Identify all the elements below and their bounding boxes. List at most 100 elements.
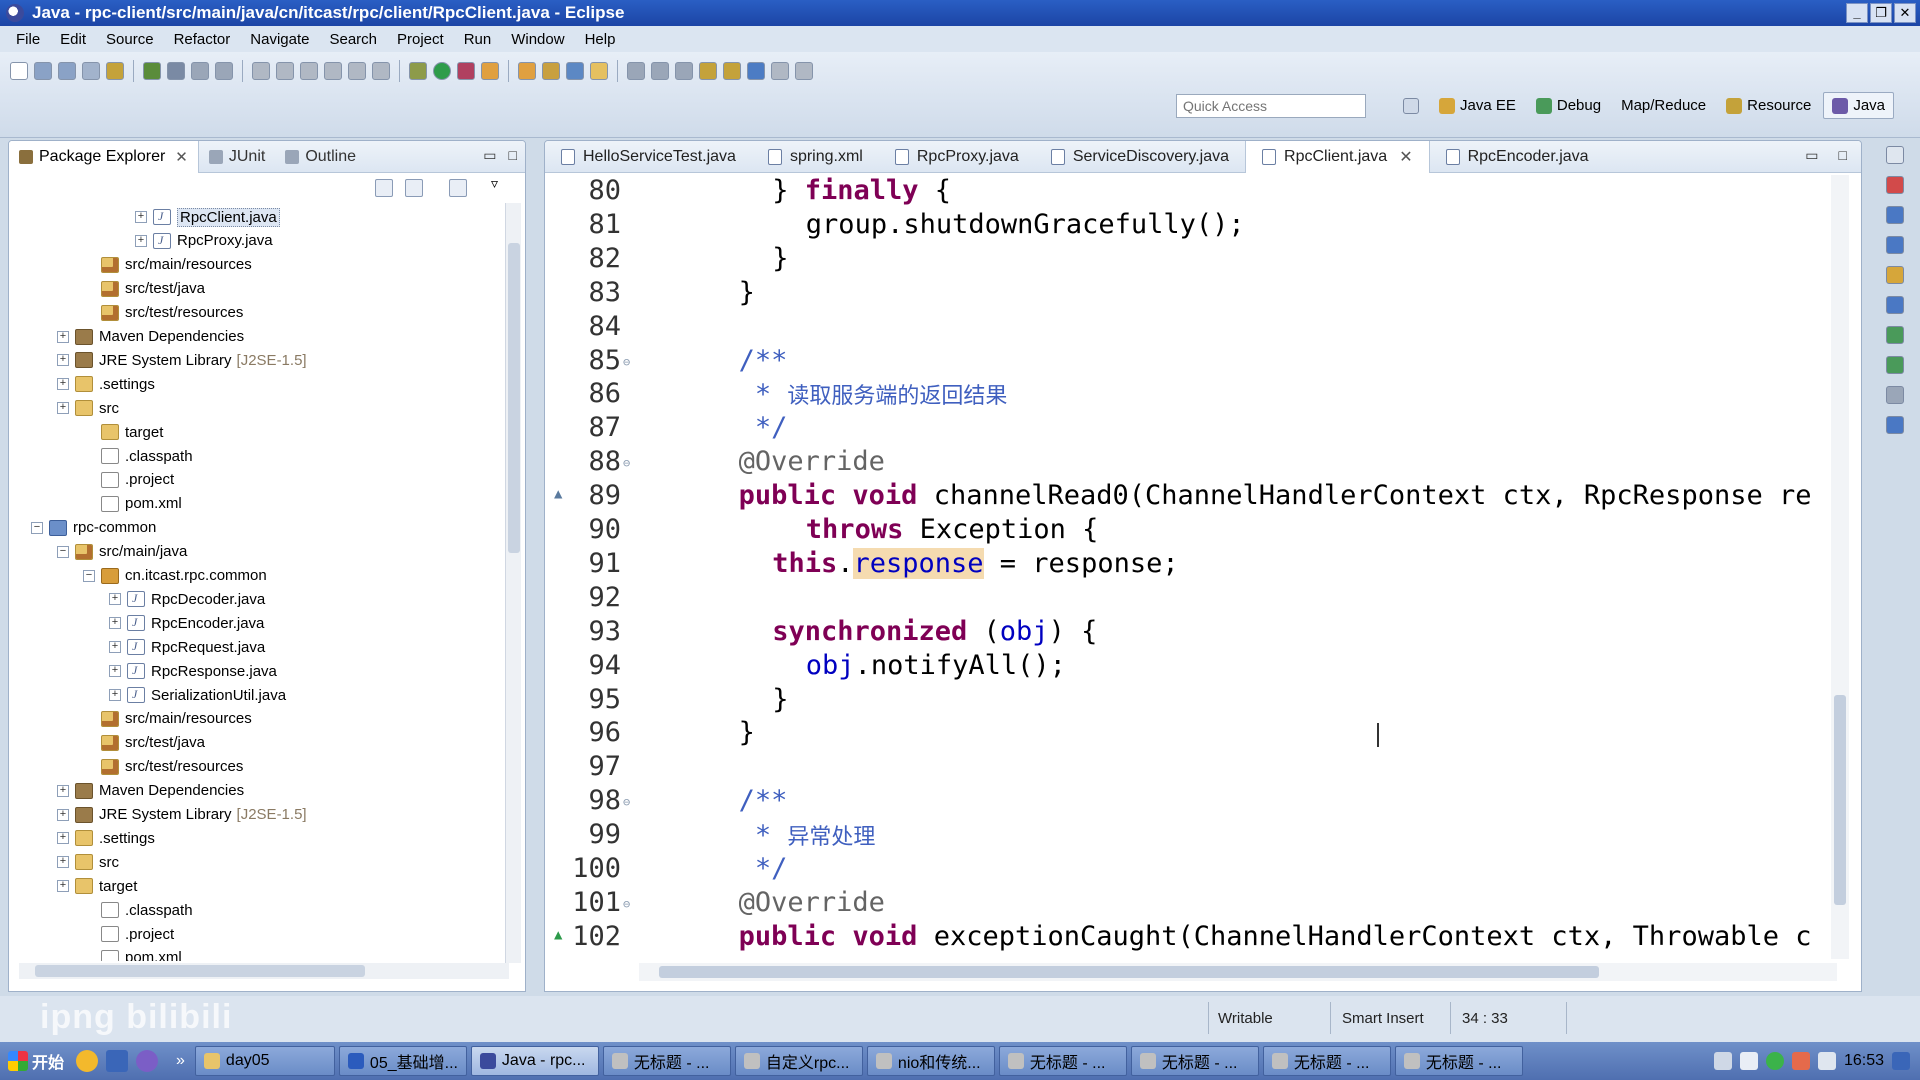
print-icon[interactable] [82,62,100,80]
toggle-block-icon[interactable] [215,62,233,80]
show-desktop-icon[interactable] [106,1050,129,1072]
code-area[interactable]: 80} finally {81 group.shutdownGracefully(… [545,175,1835,957]
nav-2-icon[interactable] [723,62,741,80]
tree-item[interactable]: .classpath [83,898,193,922]
new-icon[interactable] [10,62,28,80]
tray-security-icon[interactable] [1791,1052,1810,1070]
side-view-icon[interactable] [1886,176,1904,194]
menu-navigate[interactable]: Navigate [240,31,319,48]
expand-toggle-icon[interactable]: + [57,354,69,367]
tree-item[interactable]: src/test/resources [83,755,243,779]
menu-search[interactable]: Search [319,31,387,48]
taskbar-task[interactable]: 自定义rpc... [734,1046,863,1076]
side-view-icon[interactable] [1886,146,1904,164]
tree-item[interactable]: + Maven Dependencies [57,779,244,803]
back-icon[interactable] [651,62,669,80]
open-task-icon[interactable] [518,62,536,80]
tree-item[interactable]: .project [83,922,174,946]
tab-package-explorer[interactable]: Package Explorer ✕ [9,141,199,173]
expand-toggle-icon[interactable]: + [109,689,121,701]
terminate-icon[interactable] [372,62,390,80]
tree-item[interactable]: + JRE System Library [J2SE-1.5] [57,803,307,827]
fold-toggle-icon[interactable]: ⊖ [623,355,630,369]
expand-toggle-icon[interactable]: + [109,617,121,630]
quick-access-input[interactable] [1176,94,1366,118]
taskbar-task[interactable]: day05 [194,1046,335,1076]
expand-toggle-icon[interactable]: + [135,234,147,247]
debug-icon[interactable] [409,62,427,80]
tree-item[interactable]: + src [57,396,119,420]
code-vertical-scrollbar[interactable] [1831,175,1849,959]
fold-toggle-icon[interactable]: ⊖ [623,897,630,911]
editor-tab-helloservicetest-java[interactable]: HelloServiceTest.java [545,141,752,173]
tree-horizontal-scrollbar[interactable] [19,963,509,979]
expand-toggle-icon[interactable]: + [135,211,147,223]
tree-item[interactable]: .project [83,468,174,492]
tree-item[interactable]: src/test/java [83,731,205,755]
expand-toggle-icon[interactable]: − [31,521,43,534]
perspective-java-ee[interactable]: Java EE [1431,93,1524,118]
menu-source[interactable]: Source [96,31,164,48]
menu-file[interactable]: File [6,31,50,48]
last-edit-icon[interactable] [627,62,645,80]
side-view-icon[interactable] [1886,296,1904,314]
toggle-mark-icon[interactable] [191,62,209,80]
tree-item[interactable]: src/test/resources [83,301,243,325]
restore-button[interactable]: ❐ [1870,3,1892,23]
tree-item[interactable]: + src [57,850,119,874]
expand-toggle-icon[interactable]: + [109,593,121,606]
menu-run[interactable]: Run [454,31,502,48]
taskbar-task[interactable]: 无标题 - ... [1394,1046,1523,1076]
tree-item[interactable]: target [83,420,163,444]
tree-item[interactable]: pom.xml [83,946,182,961]
side-view-icon[interactable] [1886,416,1904,434]
expand-toggle-icon[interactable]: + [57,378,69,391]
expand-toggle-icon[interactable]: + [57,402,69,415]
tree-item[interactable]: + RpcResponse.java [109,659,277,683]
open-resource-icon[interactable] [542,62,560,80]
editor-tab-servicediscovery-java[interactable]: ServiceDiscovery.java [1035,141,1245,173]
expand-toggle-icon[interactable]: + [57,832,69,845]
search-icon[interactable] [167,62,185,80]
side-view-icon[interactable] [1886,206,1904,224]
start-button[interactable]: 开始 [0,1045,72,1077]
expand-toggle-icon[interactable]: + [57,784,69,797]
quicklaunch-icon[interactable] [76,1050,99,1072]
save-all-icon[interactable] [58,62,76,80]
taskbar-task[interactable]: Java - rpc... [470,1046,599,1076]
tree-item[interactable]: − src/main/java [57,540,187,564]
taskbar-task[interactable]: nio和传统... [866,1046,995,1076]
code-horizontal-scrollbar[interactable] [639,963,1837,981]
tree-item[interactable]: + RpcClient.java [135,205,280,229]
annotation-icon[interactable] [590,62,608,80]
taskbar-task[interactable]: 无标题 - ... [602,1046,731,1076]
side-view-icon[interactable] [1886,356,1904,374]
perspective-java[interactable]: Java [1823,92,1895,119]
taskbar-task[interactable]: 无标题 - ... [1130,1046,1259,1076]
side-view-icon[interactable] [1886,266,1904,284]
save-icon[interactable] [34,62,52,80]
taskbar-task[interactable]: 无标题 - ... [998,1046,1127,1076]
maximize-view-icon[interactable]: □ [509,147,517,164]
open-type-icon[interactable] [106,62,124,80]
minimize-editor-icon[interactable]: ▭ [1805,147,1818,164]
link-with-editor-icon[interactable] [405,179,423,197]
perspective-resource[interactable]: Resource [1718,93,1819,118]
view-menu-icon[interactable]: ▿ [491,175,498,192]
filter-icon[interactable] [449,179,467,197]
redo-2-icon[interactable] [300,62,318,80]
tree-item[interactable]: − cn.itcast.rpc.common [83,564,267,588]
tree-item[interactable]: src/main/resources [83,707,252,731]
tree-item[interactable]: pom.xml [83,492,182,516]
external-tools-icon[interactable] [481,62,499,80]
side-view-icon[interactable] [1886,236,1904,254]
open-perspective-button[interactable] [1395,94,1427,118]
menu-help[interactable]: Help [575,31,626,48]
tree-item[interactable]: src/main/resources [83,253,252,277]
expand-toggle-icon[interactable]: + [109,665,121,678]
tree-item[interactable]: + RpcDecoder.java [109,587,265,611]
new-class-icon[interactable] [143,62,161,80]
show-desktop-icon[interactable] [1892,1052,1910,1070]
editor-tab-spring-xml[interactable]: spring.xml [752,141,879,173]
suspend-icon[interactable] [348,62,366,80]
